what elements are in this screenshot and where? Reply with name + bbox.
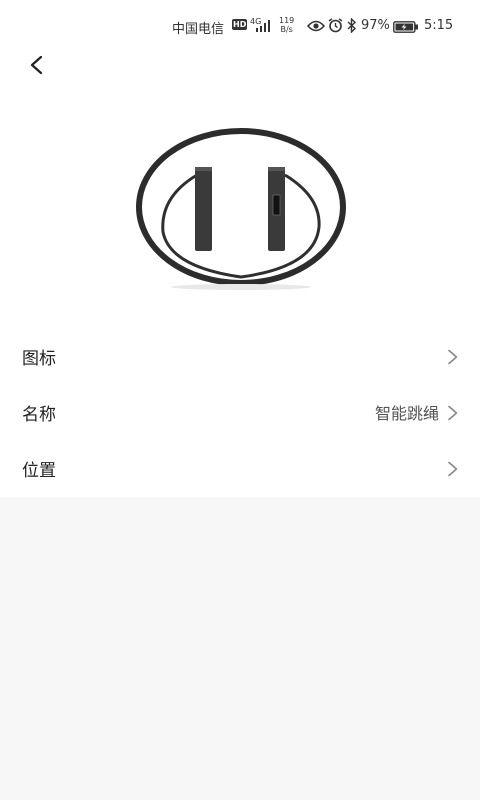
content-card: 中国电信 HD 4G 119 B/s 97% 5:15 图标 名称 智能跳绳 位… xyxy=(0,0,480,497)
icon-setting-row[interactable]: 图标 xyxy=(0,328,480,384)
status-bar: 中国电信 HD 4G 119 B/s 97% 5:15 xyxy=(0,14,480,40)
jump-rope-image xyxy=(136,128,346,290)
name-setting-value: 智能跳绳 xyxy=(374,404,439,423)
name-setting-label: 名称 xyxy=(22,404,56,425)
chevron-left-icon xyxy=(30,55,43,75)
network-speed-unit: B/s xyxy=(280,25,293,34)
back-button[interactable] xyxy=(22,52,52,78)
chevron-right-icon xyxy=(448,405,458,421)
clock: 5:15 xyxy=(424,18,454,33)
location-setting-label: 位置 xyxy=(22,460,56,481)
settings-list: 图标 名称 智能跳绳 位置 xyxy=(0,328,480,496)
carrier-label: 中国电信 xyxy=(172,22,225,37)
bluetooth-icon xyxy=(347,18,357,33)
chevron-right-icon xyxy=(448,461,458,477)
network-speed: 119 B/s xyxy=(279,16,294,34)
icon-setting-label: 图标 xyxy=(22,348,56,369)
eye-icon xyxy=(307,20,325,32)
signal-icon xyxy=(256,20,270,32)
alarm-icon xyxy=(328,18,343,33)
network-speed-value: 119 xyxy=(279,16,295,25)
chevron-right-icon xyxy=(448,349,458,365)
name-setting-row[interactable]: 名称 智能跳绳 xyxy=(0,384,480,440)
hd-badge: HD xyxy=(232,19,248,30)
location-setting-row[interactable]: 位置 xyxy=(0,440,480,496)
battery-percent: 97% xyxy=(361,18,390,33)
battery-charging-icon xyxy=(393,21,418,33)
